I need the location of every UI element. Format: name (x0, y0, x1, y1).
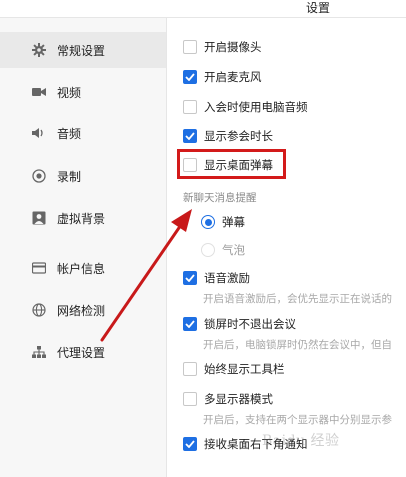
bubble-radio[interactable] (201, 243, 215, 257)
globe-icon (31, 302, 47, 318)
sidebar-item-virtual-bg[interactable]: 虚拟背景 (0, 200, 166, 236)
lock-screen-checkbox[interactable] (183, 317, 197, 331)
desktop-corner-checkbox[interactable] (183, 437, 197, 451)
checkmark-icon (185, 440, 195, 448)
annotation-highlight-box (177, 149, 286, 179)
chat-reminder-section-label: 新聊天消息提醒 (183, 192, 257, 204)
multi-display-desc: 开启后，支持在两个显示器中分别显示参 (203, 414, 392, 426)
chat-option-bubble[interactable]: 气泡 (201, 240, 245, 260)
sidebar-item-label: 录制 (57, 169, 82, 184)
computer-audio-option[interactable]: 入会时使用电脑音频 (183, 97, 308, 117)
record-icon (31, 168, 47, 184)
multi-display-checkbox[interactable] (183, 392, 197, 406)
computer-audio-label: 入会时使用电脑音频 (204, 100, 308, 114)
lock-screen-desc: 开启后，电脑锁屏时仍然在会议中，但自 (203, 339, 392, 351)
mic-option[interactable]: 开启麦克风 (183, 67, 262, 87)
show-duration-checkbox[interactable] (183, 129, 197, 143)
sidebar-item-audio[interactable]: 音频 (0, 115, 166, 151)
lock-screen-label: 锁屏时不退出会议 (204, 317, 296, 331)
mic-checkbox[interactable] (183, 70, 197, 84)
sidebar-item-label: 网络检测 (57, 303, 106, 318)
sidebar-item-label: 音频 (57, 126, 82, 141)
checkmark-icon (185, 274, 195, 282)
portrait-icon (31, 210, 47, 226)
voice-incentive-desc: 开启语音激励后，会优先显示正在说话的 (203, 293, 392, 305)
chat-option-danmaku[interactable]: 弹幕 (201, 212, 245, 232)
show-duration-option[interactable]: 显示参会时长 (183, 126, 273, 146)
voice-incentive-label: 语音激励 (204, 271, 250, 285)
sidebar-item-proxy[interactable]: 代理设置 (0, 334, 166, 370)
camera-icon (31, 84, 47, 100)
sidebar-item-label: 代理设置 (57, 345, 106, 360)
sidebar-item-video[interactable]: 视频 (0, 74, 166, 110)
toolbar-option[interactable]: 始终显示工具栏 (183, 359, 285, 379)
sidebar-item-record[interactable]: 录制 (0, 158, 166, 194)
lock-screen-option[interactable]: 锁屏时不退出会议 (183, 314, 296, 334)
checkmark-icon (185, 73, 195, 81)
multi-display-option[interactable]: 多显示器模式 (183, 389, 273, 409)
multi-display-label: 多显示器模式 (204, 392, 273, 406)
sidebar: 常规设置 视频 音频 录制 虚拟背景 帐户信息 网络检测 代理设置 (0, 18, 167, 477)
sidebar-item-network-check[interactable]: 网络检测 (0, 292, 166, 328)
sidebar-item-label: 视频 (57, 85, 82, 100)
camera-checkbox[interactable] (183, 40, 197, 54)
sidebar-item-general[interactable]: 常规设置 (0, 32, 166, 68)
watermark: Baidu 经验 (262, 433, 340, 449)
id-card-icon (31, 260, 47, 276)
danmaku-radio[interactable] (201, 215, 215, 229)
title-bar: 设置 (0, 0, 406, 18)
checkmark-icon (185, 320, 195, 328)
show-duration-label: 显示参会时长 (204, 129, 273, 143)
sidebar-item-label: 虚拟背景 (57, 211, 106, 226)
danmaku-label: 弹幕 (222, 215, 245, 229)
camera-option[interactable]: 开启摄像头 (183, 37, 262, 57)
camera-label: 开启摄像头 (204, 40, 262, 54)
voice-incentive-option[interactable]: 语音激励 (183, 268, 250, 288)
bubble-label: 气泡 (222, 243, 245, 257)
sidebar-item-account[interactable]: 帐户信息 (0, 250, 166, 286)
sidebar-item-label: 帐户信息 (57, 261, 106, 276)
gear-icon (31, 42, 47, 58)
network-icon (31, 344, 47, 360)
computer-audio-checkbox[interactable] (183, 100, 197, 114)
checkmark-icon (185, 132, 195, 140)
mic-label: 开启麦克风 (204, 70, 262, 84)
voice-incentive-checkbox[interactable] (183, 271, 197, 285)
toolbar-label: 始终显示工具栏 (204, 362, 285, 376)
toolbar-checkbox[interactable] (183, 362, 197, 376)
speaker-icon (31, 125, 47, 141)
window-title: 设置 (306, 1, 331, 15)
sidebar-item-label: 常规设置 (57, 43, 106, 58)
settings-panel: 开启摄像头 开启麦克风 入会时使用电脑音频 显示参会时长 显示桌面弹幕 新聊天消… (167, 18, 406, 477)
